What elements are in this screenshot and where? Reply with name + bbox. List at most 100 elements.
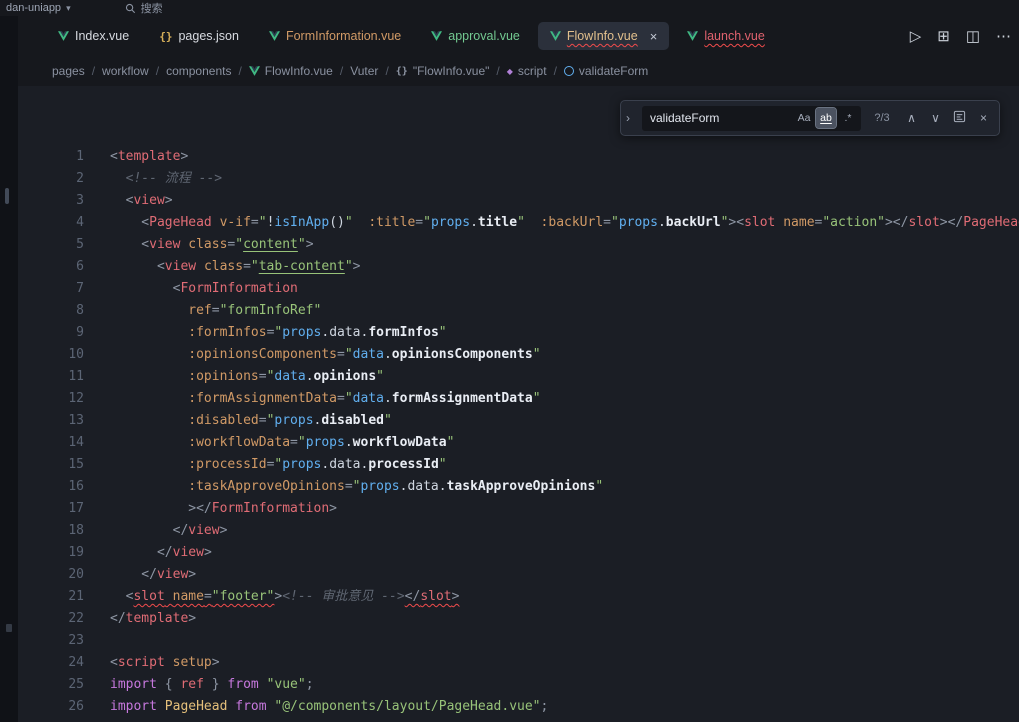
line-number: 2	[18, 168, 110, 190]
code-line: 10 :opinionsComponents="data.opinionsCom…	[18, 344, 1019, 366]
tab-forminformation.vue[interactable]: FormInformation.vue	[257, 22, 413, 50]
code-line: 19 </view>	[18, 542, 1019, 564]
line-number: 3	[18, 190, 110, 212]
breadcrumb-item-script[interactable]: ◆script	[507, 64, 547, 78]
title-bar: dan-uniapp ▾ 搜索	[0, 0, 1019, 16]
breadcrumb-separator: /	[385, 64, 388, 78]
code-line: 13 :disabled="props.disabled"	[18, 410, 1019, 432]
breadcrumb-item-flowinfo.vue[interactable]: {}"FlowInfo.vue"	[396, 64, 490, 78]
breadcrumb-separator: /	[554, 64, 557, 78]
code-line: 5 <view class="content">	[18, 234, 1019, 256]
activity-strip[interactable]	[0, 16, 18, 722]
line-number: 10	[18, 344, 110, 366]
code-line: 2 <!-- 流程 -->	[18, 168, 1019, 190]
next-match-button[interactable]: ∨	[927, 111, 944, 125]
match-case-toggle[interactable]: Aa	[794, 108, 814, 128]
workspace-menu[interactable]: dan-uniapp ▾	[6, 2, 71, 14]
line-number: 6	[18, 256, 110, 278]
find-query-text: validateForm	[650, 111, 792, 125]
breadcrumb-separator: /	[238, 64, 241, 78]
whole-word-toggle[interactable]: ab	[816, 108, 836, 128]
code-line: 4 <PageHead v-if="!isInApp()" :title="pr…	[18, 212, 1019, 234]
line-number: 18	[18, 520, 110, 542]
line-number: 17	[18, 498, 110, 520]
editor-actions: ▷ ⊞ ◫ ⋯	[910, 27, 1019, 45]
line-number: 26	[18, 696, 110, 718]
tab-pages.json[interactable]: {} pages.json	[147, 22, 251, 50]
tab-approval.vue[interactable]: approval.vue	[419, 22, 532, 50]
breadcrumb-item-vuter[interactable]: Vuter	[350, 64, 378, 78]
breadcrumb-separator: /	[496, 64, 499, 78]
breadcrumb-item-components[interactable]: components	[166, 64, 231, 78]
code-line: 8 ref="formInfoRef"	[18, 300, 1019, 322]
run-all-button[interactable]: ⊞	[937, 27, 950, 45]
tab-label: pages.json	[178, 29, 238, 43]
code-line: 23	[18, 630, 1019, 652]
code-line: 22</template>	[18, 608, 1019, 630]
find-widget: › validateForm Aaab.* ?/3 ∧ ∨ ×	[620, 100, 1000, 136]
find-in-selection-button[interactable]	[951, 110, 968, 126]
code-editor[interactable]: › validateForm Aaab.* ?/3 ∧ ∨ × 1<templa…	[18, 86, 1019, 722]
tab-launch.vue[interactable]: launch.vue	[675, 22, 776, 50]
code-line: 1<template>	[18, 146, 1019, 168]
breadcrumb-separator: /	[92, 64, 95, 78]
code-line: 25import { ref } from "vue";	[18, 674, 1019, 696]
search-icon	[125, 3, 136, 14]
line-number: 16	[18, 476, 110, 498]
global-search[interactable]: 搜索	[125, 0, 163, 16]
breadcrumb-item-flowinfo.vue[interactable]: FlowInfo.vue	[249, 64, 333, 78]
line-number: 8	[18, 300, 110, 322]
code-line: 9 :formInfos="props.data.formInfos"	[18, 322, 1019, 344]
close-icon[interactable]: ×	[650, 30, 658, 43]
line-number: 4	[18, 212, 110, 234]
code-line: 12 :formAssignmentData="data.formAssignm…	[18, 388, 1019, 410]
vue-icon	[431, 31, 442, 41]
tab-flowinfo.vue[interactable]: FlowInfo.vue ×	[538, 22, 669, 50]
code-line: 20 </view>	[18, 564, 1019, 586]
vue-icon	[58, 31, 69, 41]
code-line: 21 <slot name="footer"><!-- 审批意见 --></sl…	[18, 586, 1019, 608]
code-line: 17 ></FormInformation>	[18, 498, 1019, 520]
breadcrumb-item-pages[interactable]: pages	[52, 64, 85, 78]
line-number: 1	[18, 146, 110, 168]
line-number: 11	[18, 366, 110, 388]
line-number: 15	[18, 454, 110, 476]
more-actions-button[interactable]: ⋯	[996, 27, 1011, 45]
line-number: 22	[18, 608, 110, 630]
code-line: 7 <FormInformation	[18, 278, 1019, 300]
code-area: 1<template>2 <!-- 流程 -->3 <view>4 <PageH…	[18, 86, 1019, 722]
code-line: 11 :opinions="data.opinions"	[18, 366, 1019, 388]
line-number: 24	[18, 652, 110, 674]
breadcrumb: pages / workflow / components / FlowInfo.vue / V…	[18, 56, 1019, 86]
code-line: 16 :taskApproveOpinions="props.data.task…	[18, 476, 1019, 498]
find-match-count: ?/3	[868, 112, 896, 124]
tab-index.vue[interactable]: Index.vue	[46, 22, 141, 50]
line-number: 25	[18, 674, 110, 696]
tab-label: Index.vue	[75, 29, 129, 43]
vue-icon	[249, 66, 260, 76]
line-number: 13	[18, 410, 110, 432]
breadcrumb-item-workflow[interactable]: workflow	[102, 64, 149, 78]
line-number: 7	[18, 278, 110, 300]
line-number: 23	[18, 630, 110, 652]
close-find-button[interactable]: ×	[975, 111, 992, 125]
search-label: 搜索	[141, 0, 163, 16]
line-number: 21	[18, 586, 110, 608]
run-button[interactable]: ▷	[910, 27, 922, 45]
strip-indicator	[5, 188, 9, 204]
line-number: 14	[18, 432, 110, 454]
breadcrumb-item-validateform[interactable]: validateForm	[564, 64, 648, 78]
tab-bar: Index.vue {} pages.json FormInformation.vue…	[18, 16, 1019, 56]
split-editor-button[interactable]: ◫	[966, 27, 980, 45]
code-line: 15 :processId="props.data.processId"	[18, 454, 1019, 476]
toggle-replace-chevron-icon[interactable]: ›	[626, 111, 635, 125]
previous-match-button[interactable]: ∧	[903, 111, 920, 125]
vue-icon	[550, 31, 561, 41]
code-line: 14 :workflowData="props.workflowData"	[18, 432, 1019, 454]
json-icon: {}	[159, 30, 172, 43]
workspace-name: dan-uniapp	[6, 2, 61, 14]
regex-toggle[interactable]: .*	[838, 108, 858, 128]
find-input[interactable]: validateForm Aaab.*	[642, 106, 861, 131]
vue-icon	[269, 31, 280, 41]
tab-label: FlowInfo.vue	[567, 29, 638, 43]
